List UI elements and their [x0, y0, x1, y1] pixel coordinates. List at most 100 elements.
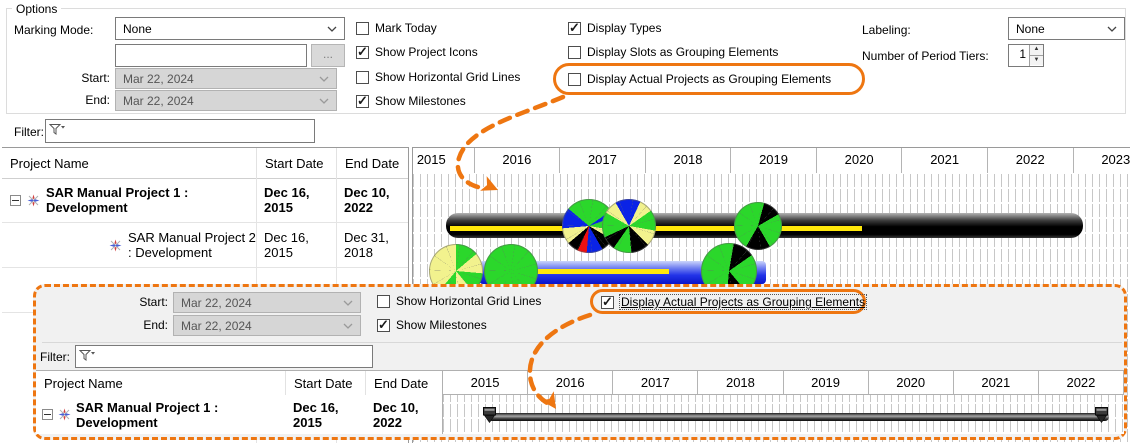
end-date-select: Mar 22, 2024 — [115, 90, 337, 111]
period-tiers-spinner[interactable]: 1 ▲ ▼ — [1008, 44, 1044, 67]
project-name: SAR Manual Project 1 : Development — [76, 399, 219, 430]
collapse-toggle-icon[interactable] — [42, 409, 53, 420]
inset-filter-label: Filter: — [40, 350, 70, 364]
inset-start-date-select: Mar 22, 2024 — [173, 292, 361, 313]
spinner-up-button[interactable]: ▲ — [1030, 45, 1043, 55]
show-milestones-checkbox[interactable] — [356, 93, 369, 109]
timeline-year: 2021 — [902, 148, 988, 173]
timeline-year: 2016 — [528, 371, 614, 394]
labeling-label: Labeling: — [862, 23, 911, 37]
inset-show-horizontal-grid-lines-checkbox[interactable] — [377, 294, 390, 308]
start-date-cell: Dec 16, 2015 — [293, 399, 339, 430]
status-pie-chart[interactable] — [734, 202, 782, 250]
column-header-project-name[interactable]: Project Name — [36, 371, 285, 396]
timeline-year: 2019 — [784, 371, 869, 394]
groupbox-bottom-border — [42, 342, 1122, 343]
display-types-label: Display Types — [587, 21, 662, 35]
timeline-year: 2016 — [475, 148, 561, 173]
end-date-cell: Dec 31, 2018 — [344, 230, 389, 260]
inset-end-date-value: Mar 22, 2024 — [181, 318, 252, 333]
inset-start-label: Start: — [139, 295, 168, 309]
labeling-select[interactable]: None — [1008, 17, 1125, 40]
timeline-year: 2015 — [413, 148, 475, 173]
marking-mode-value: None — [123, 21, 152, 36]
show-milestones-label: Show Milestones — [375, 94, 466, 108]
timeline-year: 2022 — [1039, 371, 1124, 394]
column-header-end-date[interactable]: End Date — [336, 148, 408, 178]
start-date-select: Mar 22, 2024 — [115, 68, 337, 89]
chevron-down-icon — [1107, 26, 1117, 32]
inset-show-milestones-checkbox[interactable] — [377, 317, 390, 333]
status-pie-chart[interactable] — [602, 199, 656, 253]
options-groupbox-title: Options — [12, 2, 62, 16]
chevron-down-icon — [343, 323, 353, 329]
timeline-year: 2020 — [817, 148, 903, 173]
show-project-icons-checkbox[interactable] — [356, 44, 369, 60]
timeline-year: 2020 — [869, 371, 954, 394]
project-name: SAR Manual Project 1 : Development — [46, 185, 189, 215]
chevron-down-icon — [319, 76, 329, 82]
inset-timeline-header: 2015 2016 2017 2018 2019 2020 2021 2022 — [443, 370, 1124, 395]
inset-display-actual-projects-checkbox[interactable] — [601, 294, 614, 310]
column-header-start-date[interactable]: Start Date — [256, 148, 336, 178]
display-slots-label: Display Slots as Grouping Elements — [587, 45, 779, 59]
filter-input[interactable] — [45, 119, 315, 143]
start-date-value: Mar 22, 2024 — [123, 71, 194, 86]
browse-button[interactable]: ... — [311, 44, 345, 67]
after-state-inset-panel: Start: Mar 22, 2024 End: Mar 22, 2024 Sh… — [33, 284, 1127, 440]
project-sparkle-icon — [27, 194, 40, 206]
marking-mode-select[interactable]: None — [115, 17, 345, 40]
period-tiers-label: Number of Period Tiers: — [862, 49, 989, 63]
marking-mode-label: Marking Mode: — [14, 23, 94, 37]
inset-filter-input[interactable] — [75, 345, 373, 368]
filter-label: Filter: — [14, 125, 44, 139]
mark-today-checkbox[interactable] — [356, 21, 369, 35]
table-row[interactable]: SAR Manual Project 1 : Development Dec 1… — [2, 178, 408, 223]
display-slots-checkbox[interactable] — [568, 45, 581, 59]
show-horizontal-grid-lines-checkbox[interactable] — [356, 70, 369, 84]
display-actual-projects-checkbox[interactable] — [568, 72, 581, 86]
inset-gantt-bar[interactable] — [488, 413, 1109, 421]
show-horizontal-grid-lines-label: Show Horizontal Grid Lines — [375, 70, 521, 84]
timeline-year: 2021 — [954, 371, 1039, 394]
timeline-year: 2019 — [731, 148, 817, 173]
table-row[interactable]: SAR Manual Project 2 : Development Dec 1… — [2, 223, 408, 268]
collapse-toggle-icon[interactable] — [10, 194, 21, 206]
filter-funnel-icon — [49, 124, 65, 135]
application-window: Options Marking Mode: None ... Start: Ma… — [0, 0, 1130, 443]
inset-table-header-row: Project Name Start Date End Date — [36, 370, 442, 397]
chevron-down-icon — [319, 98, 329, 104]
timeline-year: 2018 — [646, 148, 732, 173]
project-name: SAR Manual Project 2 : Development — [128, 230, 256, 260]
timeline-header: 2015 2016 2017 2018 2019 2020 2021 2022 2023 — [413, 148, 1130, 174]
inset-end-label: End: — [143, 318, 168, 332]
timeline-year: 2023 — [1074, 148, 1130, 173]
end-date-value: Mar 22, 2024 — [123, 93, 194, 108]
end-date-cell: Dec 10, 2022 — [373, 399, 419, 430]
inset-start-date-value: Mar 22, 2024 — [181, 295, 252, 310]
chevron-down-icon — [327, 26, 337, 32]
table-header-row: Project Name Start Date End Date — [2, 148, 408, 179]
timeline-year: 2018 — [698, 371, 784, 394]
mark-today-label: Mark Today — [375, 21, 437, 35]
marking-value-input[interactable] — [115, 44, 307, 67]
display-types-checkbox[interactable] — [568, 20, 581, 36]
column-header-start-date[interactable]: Start Date — [285, 371, 365, 396]
filter-funnel-icon — [79, 350, 95, 361]
start-label: Start: — [81, 71, 110, 85]
inset-display-actual-projects-label: Display Actual Projects as Grouping Elem… — [618, 294, 868, 310]
timeline-year: 2017 — [613, 371, 699, 394]
end-date-cell: Dec 10, 2022 — [344, 185, 390, 215]
column-header-end-date[interactable]: End Date — [365, 371, 442, 396]
column-header-project-name[interactable]: Project Name — [2, 148, 256, 178]
inset-end-date-select: Mar 22, 2024 — [173, 315, 361, 336]
start-date-cell: Dec 16, 2015 — [264, 230, 309, 260]
spinner-down-button[interactable]: ▼ — [1030, 54, 1043, 65]
chevron-down-icon — [343, 300, 353, 306]
timeline-year: 2015 — [443, 371, 529, 394]
timeline-year: 2022 — [988, 148, 1074, 173]
labeling-value: None — [1016, 21, 1045, 36]
display-actual-projects-label: Display Actual Projects as Grouping Elem… — [587, 72, 832, 86]
period-tiers-value: 1 — [1019, 47, 1026, 61]
table-row[interactable]: SAR Manual Project 1 : Development Dec 1… — [36, 395, 442, 434]
